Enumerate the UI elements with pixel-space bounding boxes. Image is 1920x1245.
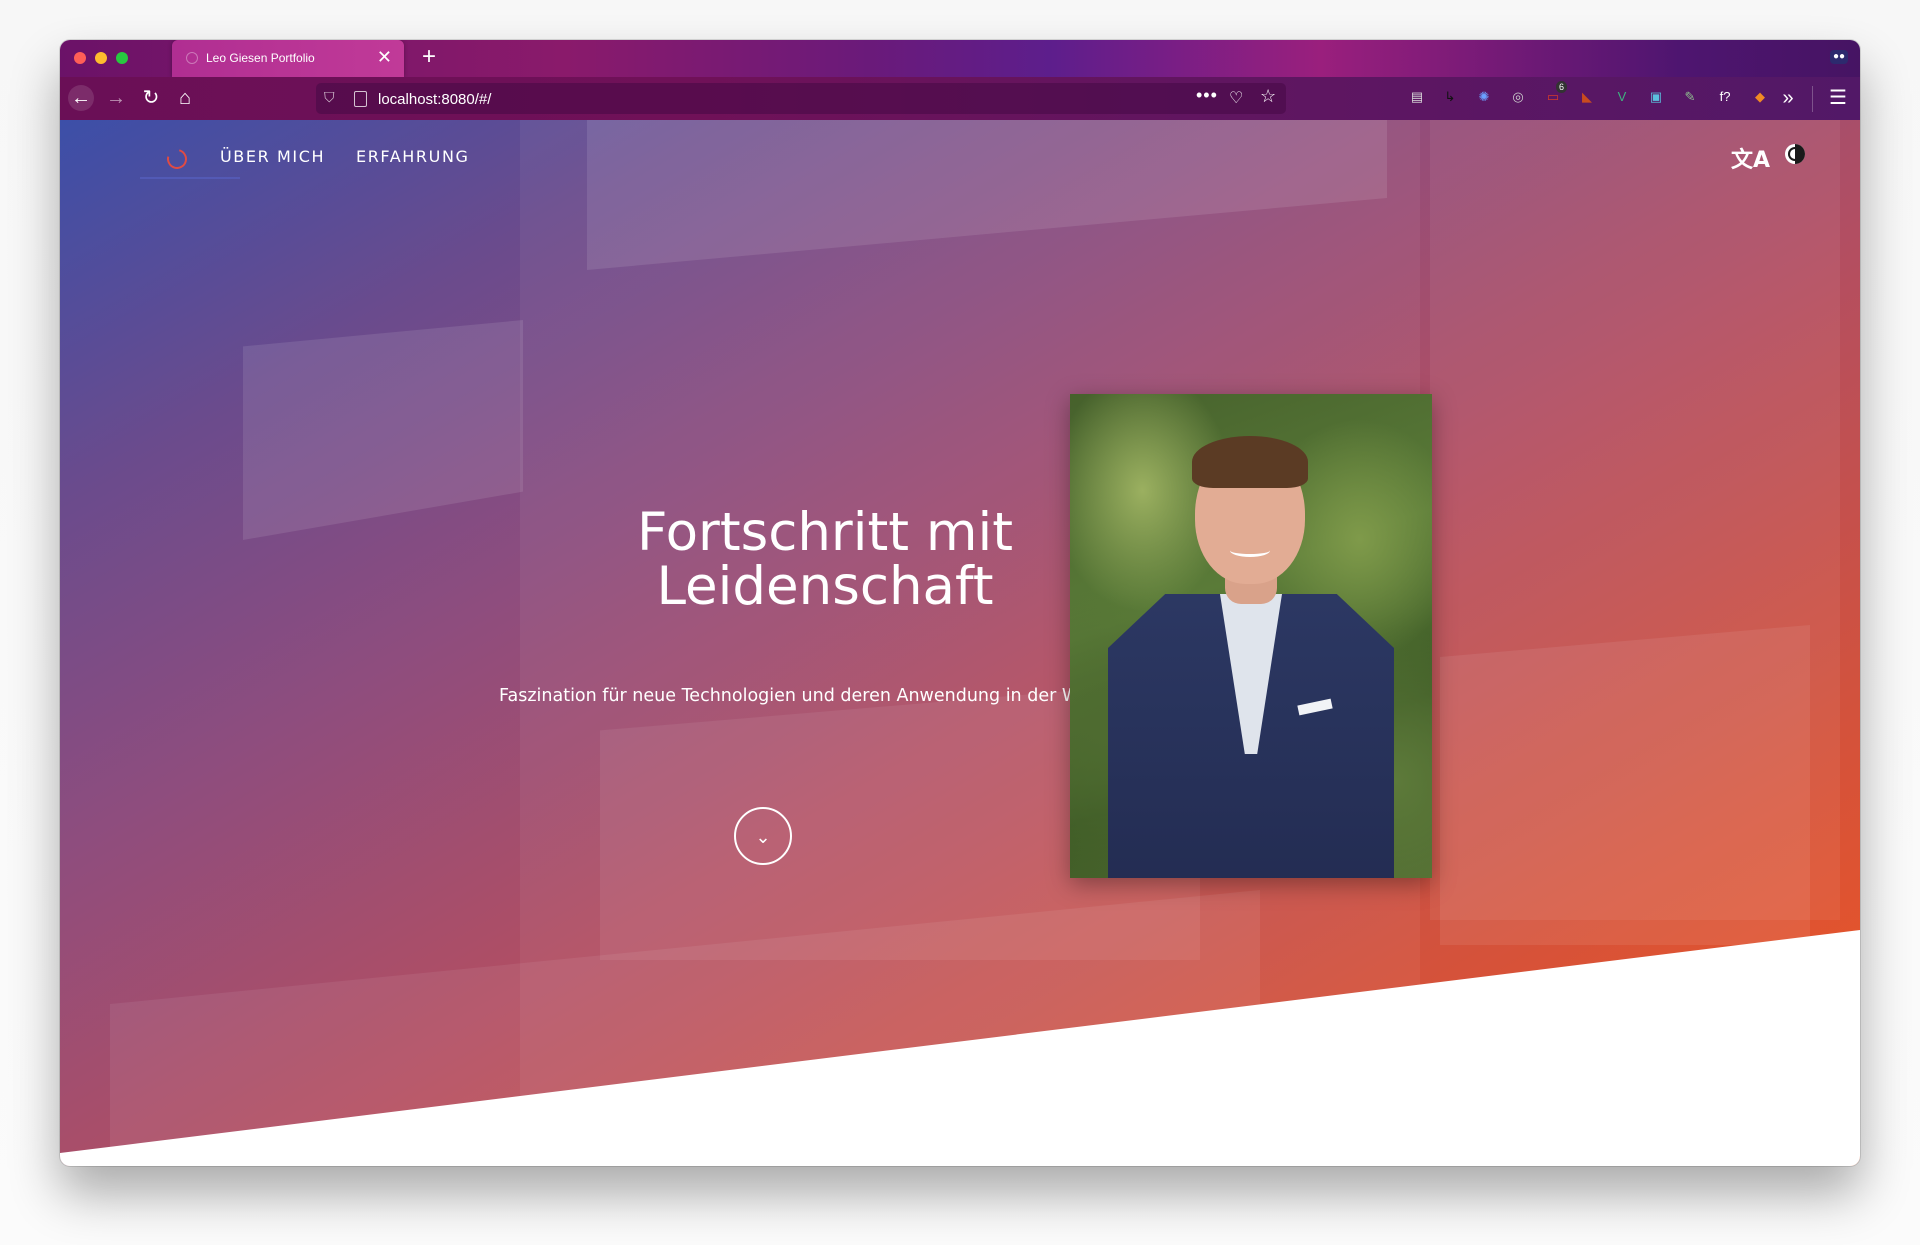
new-tab-button[interactable]: + bbox=[422, 43, 436, 71]
extension-10-icon[interactable]: f? bbox=[1715, 87, 1735, 107]
extension-4-icon[interactable]: ◎ bbox=[1508, 87, 1528, 107]
hero-subtitle: Faszination für neue Technologien und de… bbox=[499, 685, 1151, 706]
forward-button[interactable]: → bbox=[103, 85, 129, 111]
tracking-protection-icon[interactable]: ⛉ bbox=[324, 89, 335, 106]
tab-title: Leo Giesen Portfolio bbox=[206, 51, 315, 65]
back-button[interactable]: ← bbox=[68, 85, 94, 111]
profile-photo bbox=[1070, 394, 1432, 878]
extension-7-icon[interactable]: V bbox=[1612, 87, 1632, 107]
toolbar-divider bbox=[1812, 86, 1813, 112]
extension-3-icon[interactable]: ✺ bbox=[1474, 87, 1494, 107]
navigation-toolbar: ← → ↻ ⌂ ⛉ localhost:8080/#/ ••• ♡ ☆ ▤ ↳ ✺ ◎… bbox=[60, 77, 1860, 120]
url-text[interactable]: localhost:8080/#/ bbox=[378, 91, 491, 108]
reload-button[interactable]: ↻ bbox=[138, 85, 164, 111]
chevron-down-icon: ⌄ bbox=[755, 827, 771, 848]
nav-link-ueber-mich[interactable]: ÜBER MICH bbox=[220, 147, 325, 166]
minimize-window-button[interactable] bbox=[95, 52, 107, 64]
extension-9-icon[interactable]: ✎ bbox=[1680, 87, 1700, 107]
overflow-extensions-button[interactable]: » bbox=[1775, 85, 1801, 111]
close-window-button[interactable] bbox=[74, 52, 86, 64]
extension-badge: 6 bbox=[1555, 81, 1567, 93]
photo-hair bbox=[1192, 436, 1308, 488]
photo-smile bbox=[1230, 544, 1270, 557]
background-shape bbox=[1440, 625, 1810, 945]
extension-5-icon[interactable]: ▭ 6 bbox=[1543, 81, 1567, 107]
extension-11-icon[interactable]: ◆ bbox=[1750, 87, 1770, 107]
page-actions-icon[interactable]: ••• bbox=[1196, 85, 1218, 106]
maximize-window-button[interactable] bbox=[116, 52, 128, 64]
home-button[interactable]: ⌂ bbox=[172, 85, 198, 111]
browser-window: Leo Giesen Portfolio ✕ + ●● ← → ↻ ⌂ ⛉ lo… bbox=[60, 40, 1860, 1166]
portfolio-page: ÜBER MICH ERFAHRUNG 文A Fortschritt mit L… bbox=[60, 120, 1860, 1166]
private-browsing-icon: ●● bbox=[1830, 50, 1848, 64]
app-menu-button[interactable]: ☰ bbox=[1826, 86, 1850, 110]
tab-favicon-icon bbox=[186, 52, 198, 64]
nav-link-erfahrung[interactable]: ERFAHRUNG bbox=[356, 147, 470, 166]
translate-icon[interactable]: 文A bbox=[1731, 142, 1770, 174]
bookmark-star-icon[interactable]: ☆ bbox=[1260, 86, 1276, 107]
tab-close-icon[interactable]: ✕ bbox=[377, 47, 392, 67]
theme-toggle-icon[interactable] bbox=[1785, 144, 1805, 164]
page-info-icon[interactable] bbox=[354, 91, 367, 107]
hero-title-line2: Leidenschaft bbox=[656, 555, 994, 617]
extension-6-icon[interactable]: ◣ bbox=[1577, 87, 1597, 107]
hero-title-line1: Fortschritt mit bbox=[637, 501, 1013, 563]
scroll-down-button[interactable]: ⌄ bbox=[734, 807, 792, 865]
extension-8-icon[interactable]: ▣ bbox=[1646, 87, 1666, 107]
pocket-icon[interactable]: ♡ bbox=[1229, 88, 1243, 108]
address-bar[interactable]: ⛉ localhost:8080/#/ ••• ♡ ☆ bbox=[316, 83, 1286, 114]
logo-icon bbox=[163, 145, 191, 173]
extension-1-icon[interactable]: ▤ bbox=[1407, 87, 1427, 107]
tab-bar: Leo Giesen Portfolio ✕ + ●● bbox=[60, 40, 1860, 77]
tab-portfolio[interactable]: Leo Giesen Portfolio ✕ bbox=[172, 40, 404, 77]
extension-2-icon[interactable]: ↳ bbox=[1440, 87, 1460, 107]
